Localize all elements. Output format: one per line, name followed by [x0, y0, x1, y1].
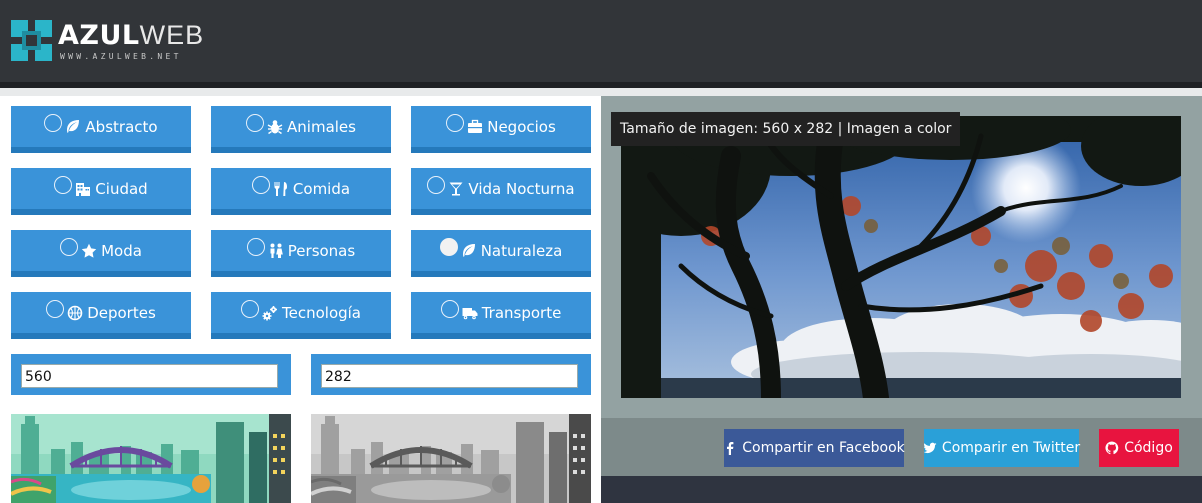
- azulweb-logo[interactable]: AZULWEB WWW.AZULWEB.NET: [11, 19, 211, 69]
- category-button[interactable]: Negocios: [411, 106, 591, 153]
- basketball-icon: [67, 305, 83, 321]
- preview-panel: Tamaño de imagen: 560 x 282 | Imagen a c…: [601, 96, 1202, 503]
- category-radio[interactable]: [439, 237, 458, 256]
- category-label: Tecnología: [282, 303, 361, 322]
- width-box: [11, 354, 291, 395]
- cogs-icon: [262, 305, 278, 321]
- category-radio[interactable]: [427, 175, 446, 194]
- category-button[interactable]: Personas: [211, 230, 391, 277]
- category-radio[interactable]: [251, 175, 270, 194]
- category-label: Vida Nocturna: [468, 179, 575, 198]
- building-icon: [75, 181, 91, 197]
- category-button[interactable]: Transporte: [411, 292, 591, 339]
- leaf-icon: [461, 243, 477, 259]
- image-size-caption: Tamaño de imagen: 560 x 282 | Imagen a c…: [611, 112, 961, 146]
- tree-photo: [621, 116, 1181, 398]
- people-icon: [268, 243, 284, 259]
- category-button[interactable]: Tecnología: [211, 292, 391, 339]
- category-radio[interactable]: [60, 237, 79, 256]
- width-input[interactable]: [21, 364, 278, 388]
- logo-light: WEB: [139, 20, 205, 50]
- category-label: Comida: [292, 179, 351, 198]
- category-radio[interactable]: [246, 113, 265, 132]
- bug-icon: [267, 119, 283, 135]
- code-button[interactable]: Código: [1099, 429, 1179, 467]
- logo-text: AZULWEB: [58, 19, 204, 52]
- share-twitter-button[interactable]: Comparir en Twitter: [923, 429, 1081, 467]
- category-button[interactable]: Animales: [211, 106, 391, 153]
- city-illustration-color: [11, 414, 291, 503]
- category-button[interactable]: Deportes: [11, 292, 191, 339]
- cutlery-icon: [273, 181, 289, 197]
- twitter-icon: [923, 441, 937, 455]
- github-icon: [1105, 441, 1119, 455]
- category-radio[interactable]: [44, 113, 63, 132]
- briefcase-icon: [467, 119, 483, 135]
- category-label: Deportes: [87, 303, 156, 322]
- category-label: Abstracto: [85, 117, 158, 136]
- category-radio[interactable]: [440, 299, 459, 318]
- facebook-icon: [723, 441, 737, 455]
- leaf-icon: [65, 119, 81, 135]
- options-panel: Abstracto Animales Negocios Ciudad Comida Vid…: [0, 96, 601, 503]
- category-label: Personas: [287, 241, 356, 260]
- logo-mark-icon: [11, 20, 52, 61]
- category-radio[interactable]: [46, 299, 65, 318]
- category-radio[interactable]: [446, 113, 465, 132]
- category-button[interactable]: Abstracto: [11, 106, 191, 153]
- share-facebook-label: Compartir en Facebook: [742, 440, 905, 456]
- category-label: Negocios: [487, 117, 556, 136]
- logo-url: WWW.AZULWEB.NET: [60, 52, 182, 61]
- category-label: Transporte: [481, 303, 562, 322]
- logo-bold: AZUL: [58, 20, 140, 51]
- cocktail-icon: [448, 181, 464, 197]
- category-label: Naturaleza: [480, 241, 563, 260]
- category-label: Moda: [101, 241, 142, 260]
- category-label: Ciudad: [95, 179, 148, 198]
- height-box: [311, 354, 591, 395]
- category-radio[interactable]: [241, 299, 259, 318]
- city-illustration-grayscale: [311, 414, 591, 503]
- star-icon: [81, 243, 97, 259]
- code-label: Código: [1124, 440, 1173, 456]
- category-button[interactable]: Vida Nocturna: [411, 168, 591, 215]
- preview-image: [621, 116, 1181, 398]
- height-input[interactable]: [321, 364, 578, 388]
- category-button[interactable]: Moda: [11, 230, 191, 277]
- truck-icon: [462, 305, 478, 321]
- category-label: Animales: [287, 117, 356, 136]
- footer-strip: [601, 476, 1202, 503]
- category-button[interactable]: Naturaleza: [411, 230, 591, 277]
- share-twitter-label: Comparir en Twitter: [941, 440, 1081, 456]
- site-header: AZULWEB WWW.AZULWEB.NET: [0, 0, 1202, 88]
- share-facebook-button[interactable]: Compartir en Facebook: [723, 429, 905, 467]
- color-mode-thumbnail[interactable]: [11, 414, 291, 503]
- category-radio[interactable]: [54, 175, 73, 194]
- category-button[interactable]: Ciudad: [11, 168, 191, 215]
- category-button[interactable]: Comida: [211, 168, 391, 215]
- grayscale-mode-thumbnail[interactable]: [311, 414, 591, 503]
- category-radio[interactable]: [246, 237, 265, 256]
